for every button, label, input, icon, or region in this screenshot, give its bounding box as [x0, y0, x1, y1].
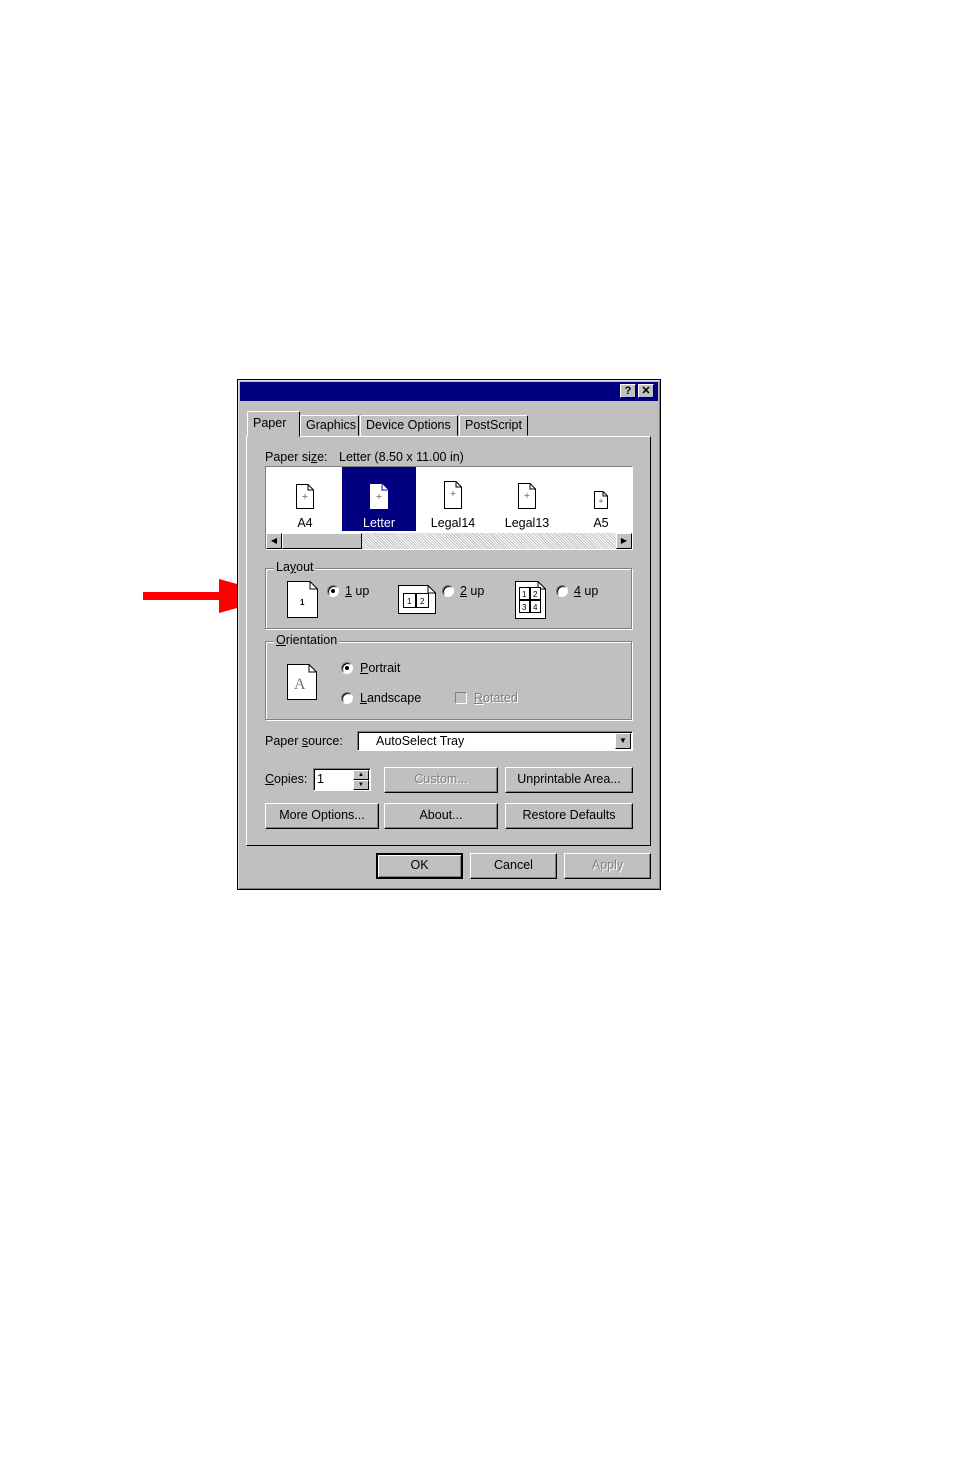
cancel-button[interactable]: Cancel — [470, 853, 557, 879]
paper-source-value: AutoSelect Tray — [376, 734, 465, 748]
apply-button[interactable]: Apply — [564, 853, 651, 879]
layout-1up-radio[interactable] — [327, 585, 339, 597]
orientation-preview-icon: A — [287, 664, 317, 700]
copies-value: 1 — [317, 772, 324, 786]
close-button[interactable]: ✕ — [638, 384, 654, 398]
one-up-page-icon: 1 — [287, 581, 318, 618]
paper-size-value: Letter (8.50 x 11.00 in) — [339, 450, 464, 464]
paper-item-a5[interactable]: A5 — [564, 467, 632, 531]
ok-button[interactable]: OK — [376, 853, 463, 879]
layout-2up-label[interactable]: 2 up — [460, 584, 484, 598]
rotated-checkbox[interactable] — [455, 692, 467, 704]
paper-item-letter[interactable]: Letter — [342, 467, 416, 531]
horizontal-scrollbar[interactable]: ◀ ▶ — [266, 533, 632, 549]
tab-graphics[interactable]: Graphics — [300, 415, 359, 436]
scroll-left-icon[interactable]: ◀ — [266, 533, 282, 549]
orientation-letter: A — [294, 676, 306, 693]
copies-label: Copies: — [265, 772, 308, 786]
page-icon — [370, 484, 388, 509]
restore-defaults-button[interactable]: Restore Defaults — [505, 803, 633, 829]
orientation-legend: Orientation — [274, 633, 340, 647]
tab-device-options[interactable]: Device Options — [360, 415, 458, 436]
copies-input[interactable]: 1 ▲ ▼ — [313, 768, 371, 791]
layout-2up-radio[interactable] — [442, 585, 454, 597]
paper-item-legal14[interactable]: Legal14 — [416, 467, 490, 531]
page-icon — [444, 481, 462, 509]
paper-size-list[interactable]: A4 Letter Legal14 Legal13 A5 ◀ ▶ — [265, 466, 633, 550]
svg-text:2: 2 — [533, 590, 538, 599]
two-up-page-icon: 12 — [398, 585, 436, 614]
more-options-button[interactable]: More Options... — [265, 803, 379, 829]
landscape-label[interactable]: Landscape — [360, 691, 421, 705]
tab-postscript[interactable]: PostScript — [459, 415, 528, 436]
paper-source-select[interactable]: AutoSelect Tray ▼ — [357, 731, 633, 751]
page-icon — [518, 483, 536, 509]
paper-item-legal13[interactable]: Legal13 — [490, 467, 564, 531]
orientation-group: Orientation A Portrait Landscape Rotated — [265, 633, 632, 720]
layout-4up-radio[interactable] — [556, 585, 568, 597]
layout-legend: Layout — [274, 560, 316, 574]
paper-tab-panel: Paper size: Letter (8.50 x 11.00 in) A4 … — [246, 436, 651, 846]
page-icon — [296, 484, 314, 509]
svg-text:2: 2 — [420, 597, 425, 606]
portrait-radio[interactable] — [341, 662, 353, 674]
paper-source-label: Paper source: — [265, 734, 343, 748]
about-button[interactable]: About... — [384, 803, 498, 829]
svg-text:1: 1 — [407, 597, 412, 606]
layout-1up-label[interactable]: 1 up — [345, 584, 369, 598]
svg-text:4: 4 — [533, 603, 538, 612]
svg-text:1: 1 — [300, 598, 305, 607]
custom-button[interactable]: Custom... — [384, 767, 498, 793]
spin-down-icon[interactable]: ▼ — [353, 780, 369, 790]
svg-text:3: 3 — [522, 603, 527, 612]
portrait-label[interactable]: Portrait — [360, 661, 400, 675]
chevron-down-icon[interactable]: ▼ — [615, 733, 631, 749]
paper-item-a4[interactable]: A4 — [268, 467, 342, 531]
unprintable-area-button[interactable]: Unprintable Area... — [505, 767, 633, 793]
landscape-radio[interactable] — [341, 692, 353, 704]
scroll-thumb[interactable] — [282, 533, 362, 549]
layout-group: Layout 1 1 up 12 2 up 1234 4 up — [265, 560, 632, 629]
scroll-right-icon[interactable]: ▶ — [616, 533, 632, 549]
printer-properties-dialog: ? ✕ Paper Graphics Device Options PostSc… — [237, 379, 661, 890]
layout-4up-label[interactable]: 4 up — [574, 584, 598, 598]
tab-paper[interactable]: Paper — [247, 411, 300, 437]
four-up-page-icon: 1 23 4 — [515, 581, 546, 619]
spin-up-icon[interactable]: ▲ — [353, 770, 369, 780]
page-icon — [594, 491, 608, 509]
rotated-label: Rotated — [474, 691, 518, 705]
paper-size-label: Paper size: — [265, 450, 328, 464]
help-button[interactable]: ? — [620, 384, 636, 398]
title-bar: ? ✕ — [240, 382, 658, 401]
svg-text:1: 1 — [522, 590, 527, 599]
